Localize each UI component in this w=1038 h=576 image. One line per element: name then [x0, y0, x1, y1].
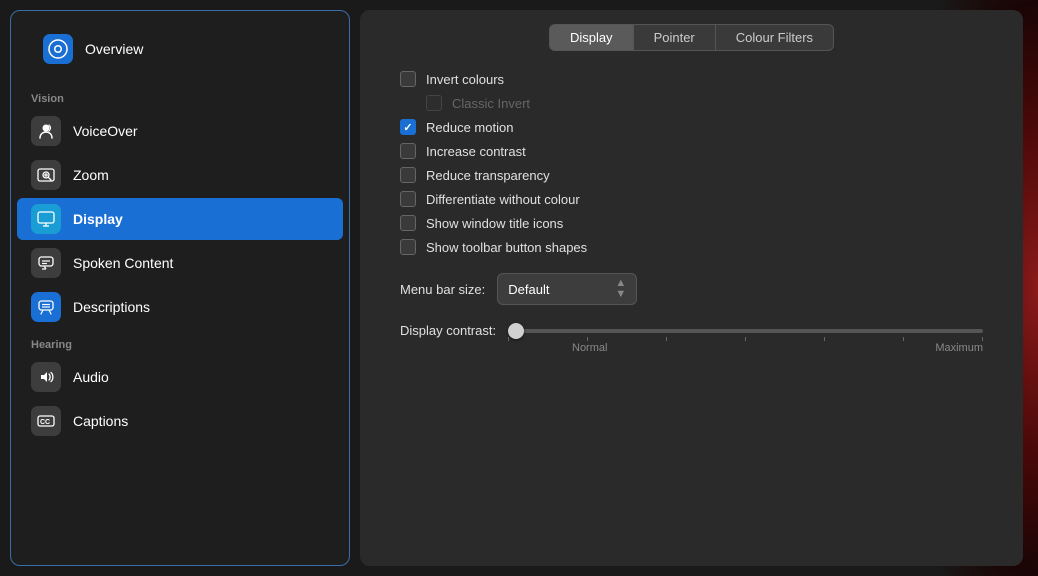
reduce-motion-row: Reduce motion	[400, 119, 983, 135]
sidebar-item-zoom-label: Zoom	[73, 167, 109, 183]
tick-1	[508, 337, 509, 341]
menu-bar-size-label: Menu bar size:	[400, 282, 485, 297]
show-toolbar-button-shapes-row: Show toolbar button shapes	[400, 239, 983, 255]
slider-max-label: Maximum	[935, 342, 983, 354]
vision-section-header: Vision	[11, 83, 349, 109]
tab-colour-filters[interactable]: Colour Filters	[716, 24, 834, 51]
sidebar-item-overview-label: Overview	[85, 41, 143, 57]
tab-display[interactable]: Display	[549, 24, 633, 51]
reduce-motion-label: Reduce motion	[426, 120, 513, 135]
audio-icon	[31, 362, 61, 392]
reduce-transparency-checkbox[interactable]	[400, 167, 416, 183]
display-contrast-row: Display contrast:	[400, 323, 983, 354]
show-toolbar-button-shapes-label: Show toolbar button shapes	[426, 240, 587, 255]
show-window-title-icons-checkbox[interactable]	[400, 215, 416, 231]
display-contrast-label: Display contrast:	[400, 323, 496, 338]
sidebar-item-descriptions[interactable]: Descriptions	[17, 286, 343, 328]
menu-bar-size-select[interactable]: Default ▲ ▼	[497, 273, 637, 305]
sidebar-item-spoken-content[interactable]: Spoken Content	[17, 242, 343, 284]
invert-colours-checkbox[interactable]	[400, 71, 416, 87]
descriptions-icon	[31, 292, 61, 322]
differentiate-without-colour-label: Differentiate without colour	[426, 192, 580, 207]
sidebar-item-zoom[interactable]: Zoom	[17, 154, 343, 196]
sidebar-item-captions[interactable]: CC Captions	[17, 400, 343, 442]
overview-icon	[43, 34, 73, 64]
sidebar-item-spoken-content-label: Spoken Content	[73, 255, 173, 271]
tick-5	[824, 337, 825, 341]
tick-2	[587, 337, 588, 341]
reduce-transparency-row: Reduce transparency	[400, 167, 983, 183]
differentiate-without-colour-checkbox[interactable]	[400, 191, 416, 207]
tick-6	[903, 337, 904, 341]
tab-pointer[interactable]: Pointer	[633, 24, 716, 51]
sidebar-item-voiceover-label: VoiceOver	[73, 123, 138, 139]
sidebar-item-audio-label: Audio	[73, 369, 109, 385]
main-content: Display Pointer Colour Filters Invert co…	[350, 0, 1038, 576]
spoken-content-icon	[31, 248, 61, 278]
show-toolbar-button-shapes-checkbox[interactable]	[400, 239, 416, 255]
increase-contrast-row: Increase contrast	[400, 143, 983, 159]
zoom-icon	[31, 160, 61, 190]
sidebar: Overview Vision VoiceOver Zoom	[10, 10, 350, 566]
tick-4	[745, 337, 746, 341]
sidebar-item-display-label: Display	[73, 211, 123, 227]
sidebar-item-audio[interactable]: Audio	[17, 356, 343, 398]
slider-row-inner: Display contrast:	[400, 323, 983, 338]
content-panel: Display Pointer Colour Filters Invert co…	[360, 10, 1023, 566]
invert-colours-label: Invert colours	[426, 72, 504, 87]
captions-icon: CC	[31, 406, 61, 436]
slider-min-label: Normal	[572, 342, 607, 354]
menu-bar-size-value: Default	[508, 282, 607, 297]
invert-colours-row: Invert colours	[400, 71, 983, 87]
slider-labels: Normal Maximum	[400, 342, 983, 354]
show-window-title-icons-label: Show window title icons	[426, 216, 563, 231]
sidebar-item-overview[interactable]: Overview	[29, 28, 331, 70]
sidebar-item-display[interactable]: Display	[17, 198, 343, 240]
classic-invert-row: Classic Invert	[400, 95, 983, 111]
voiceover-icon	[31, 116, 61, 146]
slider-ticks	[508, 337, 983, 341]
display-icon	[31, 204, 61, 234]
tab-bar: Display Pointer Colour Filters	[360, 10, 1023, 51]
show-window-title-icons-row: Show window title icons	[400, 215, 983, 231]
tick-3	[666, 337, 667, 341]
hearing-section-header: Hearing	[11, 329, 349, 355]
classic-invert-checkbox[interactable]	[426, 95, 442, 111]
differentiate-without-colour-row: Differentiate without colour	[400, 191, 983, 207]
increase-contrast-label: Increase contrast	[426, 144, 526, 159]
select-arrows-icon: ▲ ▼	[615, 278, 626, 300]
increase-contrast-checkbox[interactable]	[400, 143, 416, 159]
reduce-transparency-label: Reduce transparency	[426, 168, 550, 183]
sidebar-item-descriptions-label: Descriptions	[73, 299, 150, 315]
menu-bar-size-row: Menu bar size: Default ▲ ▼	[400, 273, 983, 305]
sidebar-item-captions-label: Captions	[73, 413, 128, 429]
classic-invert-label: Classic Invert	[452, 96, 530, 111]
tick-7	[982, 337, 983, 341]
display-contrast-slider[interactable]	[508, 329, 983, 333]
sidebar-item-voiceover[interactable]: VoiceOver	[17, 110, 343, 152]
svg-text:CC: CC	[40, 419, 50, 426]
reduce-motion-checkbox[interactable]	[400, 119, 416, 135]
settings-area: Invert colours Classic Invert Reduce mot…	[360, 51, 1023, 566]
